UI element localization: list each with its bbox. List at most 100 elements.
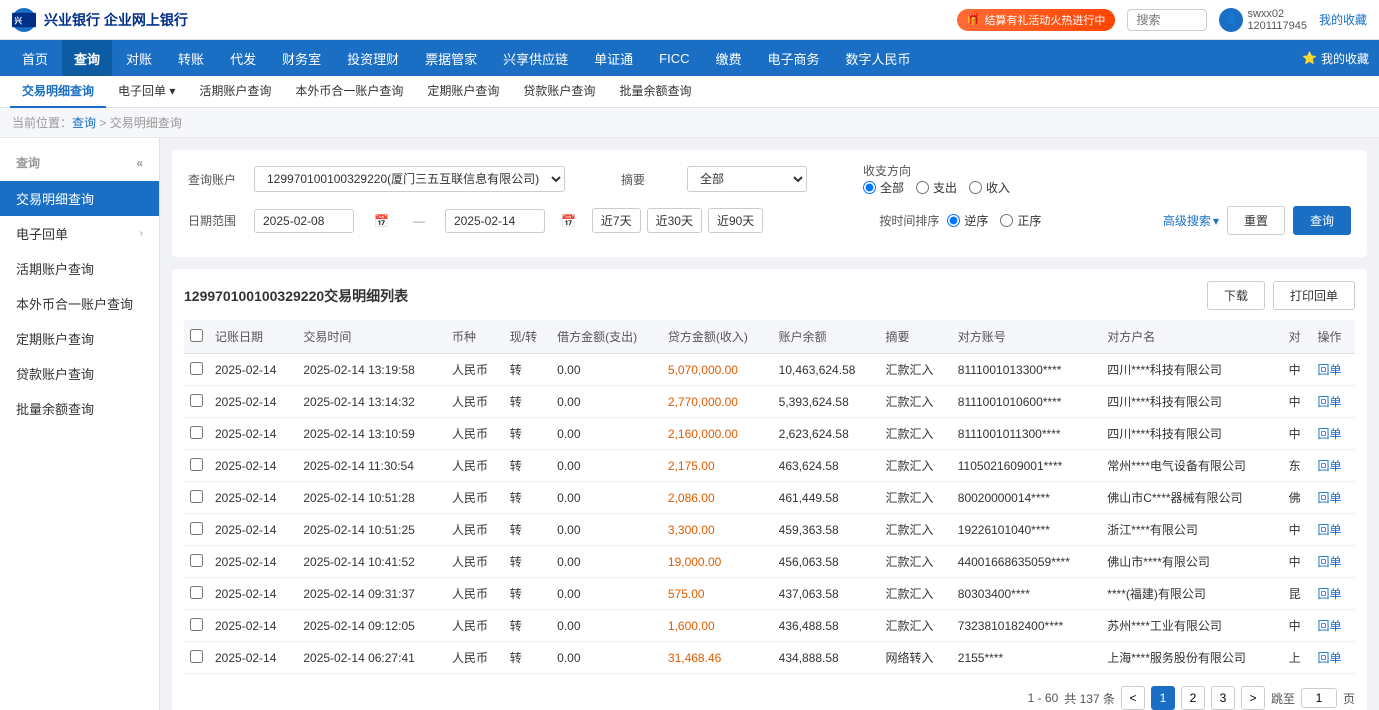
pagination-page-2-btn[interactable]: 2 <box>1181 686 1205 710</box>
quick-30days-btn[interactable]: 近30天 <box>647 208 702 233</box>
sidebar-item-ereceipt[interactable]: 电子回单 › <box>0 216 159 251</box>
row-account: 7323810182400**** <box>952 610 1101 642</box>
sub-nav-item-combined[interactable]: 本外币合一账户查询 <box>283 76 415 108</box>
pagination-prev-btn[interactable]: < <box>1121 686 1145 710</box>
row-checkbox-2[interactable] <box>190 426 203 439</box>
favorites-link[interactable]: 我的收藏 <box>1319 11 1367 28</box>
row-debit: 0.00 <box>551 642 662 674</box>
pagination-page-3-btn[interactable]: 3 <box>1211 686 1235 710</box>
row-name: 佛山市****有限公司 <box>1101 546 1282 578</box>
nav-item-bills[interactable]: 票据管家 <box>413 40 489 76</box>
nav-item-query[interactable]: 查询 <box>62 40 112 76</box>
row-checkbox-cell <box>184 610 209 642</box>
row-checkbox-cell <box>184 578 209 610</box>
nav-item-home[interactable]: 首页 <box>10 40 60 76</box>
receipt-link-0[interactable]: 回单 <box>1318 363 1342 377</box>
nav-item-fee[interactable]: 缴费 <box>704 40 754 76</box>
sidebar-item-loan[interactable]: 贷款账户查询 <box>0 356 159 391</box>
advanced-search-btn[interactable]: 高级搜索 ▾ <box>1163 207 1219 234</box>
receipt-link-2[interactable]: 回单 <box>1318 427 1342 441</box>
row-checkbox-6[interactable] <box>190 554 203 567</box>
quick-90days-btn[interactable]: 近90天 <box>708 208 763 233</box>
nav-favorites[interactable]: ⭐ 我的收藏 <box>1302 50 1369 67</box>
row-debit: 0.00 <box>551 578 662 610</box>
receipt-link-4[interactable]: 回单 <box>1318 491 1342 505</box>
receipt-link-6[interactable]: 回单 <box>1318 555 1342 569</box>
row-checkbox-8[interactable] <box>190 618 203 631</box>
nav-item-payroll[interactable]: 代发 <box>218 40 268 76</box>
query-btn[interactable]: 查询 <box>1293 206 1351 235</box>
receipt-link-3[interactable]: 回单 <box>1318 459 1342 473</box>
header-left: 兴 兴业银行 企业网上银行 <box>12 8 188 32</box>
receipt-link-8[interactable]: 回单 <box>1318 619 1342 633</box>
row-balance: 463,624.58 <box>773 450 880 482</box>
nav-item-ficc[interactable]: FICC <box>647 40 701 76</box>
query-form: 查询账户 129970100100329220(厦门三五互联信息有限公司) 摘要… <box>172 150 1367 257</box>
nav-item-investment[interactable]: 投资理财 <box>335 40 411 76</box>
sidebar-item-transaction[interactable]: 交易明细查询 <box>0 181 159 216</box>
nav-item-doc[interactable]: 单证通 <box>582 40 645 76</box>
pagination-goto-label: 跳至 <box>1271 690 1295 707</box>
main-content: 查询账户 129970100100329220(厦门三五互联信息有限公司) 摘要… <box>160 138 1379 710</box>
reset-btn[interactable]: 重置 <box>1227 206 1285 235</box>
col-checkbox <box>184 320 209 354</box>
nav-item-reconcile[interactable]: 对账 <box>114 40 164 76</box>
sidebar-title: 查询 « <box>0 148 159 181</box>
promo-banner[interactable]: 🎁 结算有礼活动火热进行中 <box>957 9 1116 31</box>
breadcrumb-query[interactable]: 查询 <box>72 116 96 130</box>
receipt-link-9[interactable]: 回单 <box>1318 651 1342 665</box>
bank-logo-icon: 兴 <box>12 8 36 32</box>
pagination-next-btn[interactable]: > <box>1241 686 1265 710</box>
row-date: 2025-02-14 <box>209 450 297 482</box>
sub-nav-item-ereceipt[interactable]: 电子回单 ▾ <box>106 76 187 108</box>
sidebar-item-batch-balance[interactable]: 批量余额查询 <box>0 391 159 426</box>
global-search-input[interactable] <box>1127 9 1207 31</box>
row-checkbox-5[interactable] <box>190 522 203 535</box>
sort-desc[interactable]: 逆序 <box>947 212 988 229</box>
sidebar-item-fixed[interactable]: 定期账户查询 <box>0 321 159 356</box>
row-checkbox-7[interactable] <box>190 586 203 599</box>
sidebar-item-demand[interactable]: 活期账户查询 <box>0 251 159 286</box>
quick-7days-btn[interactable]: 近7天 <box>592 208 641 233</box>
pagination-page-1-btn[interactable]: 1 <box>1151 686 1175 710</box>
row-checkbox-1[interactable] <box>190 394 203 407</box>
row-summary: 汇款汇入 <box>880 514 952 546</box>
quick-dates: 近7天 近30天 近90天 <box>592 208 763 233</box>
sub-nav-item-loan[interactable]: 贷款账户查询 <box>511 76 607 108</box>
user-info: 👤 swxx02 1201117945 <box>1219 8 1307 32</box>
sub-nav-item-demand[interactable]: 活期账户查询 <box>187 76 283 108</box>
row-time: 2025-02-14 09:31:37 <box>297 578 446 610</box>
receipt-link-1[interactable]: 回单 <box>1318 395 1342 409</box>
summary-select[interactable]: 全部 <box>687 166 807 192</box>
nav-item-transfer[interactable]: 转账 <box>166 40 216 76</box>
sort-asc[interactable]: 正序 <box>1000 212 1041 229</box>
download-btn[interactable]: 下载 <box>1207 281 1265 310</box>
select-all-checkbox[interactable] <box>190 329 203 342</box>
nav-item-digital-rmb[interactable]: 数字人民币 <box>834 40 923 76</box>
row-checkbox-3[interactable] <box>190 458 203 471</box>
date-from-input[interactable] <box>254 209 354 233</box>
sub-nav-item-transaction[interactable]: 交易明细查询 <box>10 76 106 108</box>
date-to-input[interactable] <box>445 209 545 233</box>
direction-in[interactable]: 收入 <box>969 179 1010 196</box>
row-checkbox-4[interactable] <box>190 490 203 503</box>
row-checkbox-9[interactable] <box>190 650 203 663</box>
direction-all[interactable]: 全部 <box>863 179 904 196</box>
account-select[interactable]: 129970100100329220(厦门三五互联信息有限公司) <box>254 166 565 192</box>
sub-nav-item-batch-balance[interactable]: 批量余额查询 <box>607 76 703 108</box>
nav-item-supply[interactable]: 兴享供应链 <box>491 40 580 76</box>
sidebar-collapse-btn[interactable]: « <box>136 156 143 170</box>
nav-item-ecommerce[interactable]: 电子商务 <box>756 40 832 76</box>
receipt-link-5[interactable]: 回单 <box>1318 523 1342 537</box>
row-time: 2025-02-14 10:41:52 <box>297 546 446 578</box>
direction-out[interactable]: 支出 <box>916 179 957 196</box>
sub-nav-item-fixed[interactable]: 定期账户查询 <box>415 76 511 108</box>
row-checkbox-0[interactable] <box>190 362 203 375</box>
nav-item-finance[interactable]: 财务室 <box>270 40 333 76</box>
pagination-page-input[interactable] <box>1301 688 1337 708</box>
sidebar-item-combined[interactable]: 本外币合一账户查询 <box>0 286 159 321</box>
receipt-link-7[interactable]: 回单 <box>1318 587 1342 601</box>
col-op: 操作 <box>1312 320 1355 354</box>
row-debit: 0.00 <box>551 354 662 386</box>
print-btn[interactable]: 打印回单 <box>1273 281 1355 310</box>
